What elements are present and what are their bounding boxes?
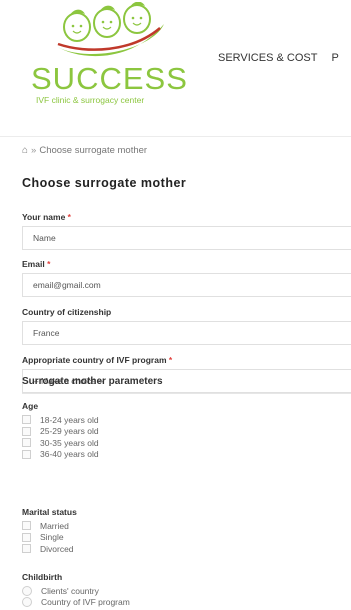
checkbox[interactable] — [22, 521, 31, 531]
name-label: Your name * — [22, 212, 71, 222]
logo[interactable]: SUCCESS IVF clinic & surrogacy center — [28, 2, 188, 110]
age-option-18-24[interactable]: 18-24 years old — [22, 414, 99, 426]
name-field-group: Your name * Name — [22, 212, 351, 250]
childbirth-group: Childbirth Clients' country Country of I… — [22, 572, 130, 608]
marital-status-label: Marital status — [22, 507, 77, 517]
marital-option-married[interactable]: Married — [22, 520, 77, 532]
citizenship-field-group: Country of citizenship France — [22, 307, 351, 345]
required-marker: * — [168, 355, 173, 365]
parameters-section-title: Surrogate mother parameters — [22, 376, 163, 387]
checkbox[interactable] — [22, 532, 31, 542]
email-input[interactable]: email@gmail.com — [22, 273, 351, 297]
checkbox[interactable] — [22, 449, 31, 459]
main-nav: SERVICES & COST P — [218, 52, 351, 64]
childbirth-option-clients-country[interactable]: Clients' country — [22, 585, 130, 597]
age-option-30-35[interactable]: 30-35 years old — [22, 437, 99, 449]
logo-subtitle: IVF clinic & surrogacy center — [36, 95, 145, 105]
marital-option-divorced[interactable]: Divorced — [22, 543, 77, 555]
home-icon[interactable]: ⌂ — [22, 145, 28, 156]
breadcrumb-separator: » — [31, 145, 37, 156]
age-option-25-29[interactable]: 25-29 years old — [22, 426, 99, 438]
radio-button[interactable] — [22, 585, 32, 596]
childbirth-label: Childbirth — [22, 572, 63, 582]
citizenship-label: Country of citizenship — [22, 307, 112, 317]
section-divider — [22, 393, 351, 394]
pea-pod-icon — [56, 2, 164, 57]
checkbox[interactable] — [22, 415, 31, 425]
checkbox[interactable] — [22, 438, 31, 448]
logo-wordmark: SUCCESS — [31, 61, 188, 96]
nav-item-next[interactable]: P — [331, 52, 338, 64]
required-marker: * — [67, 212, 71, 222]
ivf-country-field-group: Appropriate country of IVF program * -- … — [22, 355, 351, 393]
email-field-group: Email * email@gmail.com — [22, 259, 351, 297]
breadcrumb-current: Choose surrogate mother — [39, 145, 148, 156]
site-header: SUCCESS IVF clinic & surrogacy center SE… — [0, 0, 351, 118]
required-marker: * — [47, 259, 51, 269]
nav-item-services-cost[interactable]: SERVICES & COST — [218, 52, 317, 64]
childbirth-option-ivf-country[interactable]: Country of IVF program — [22, 597, 130, 609]
email-label: Email * — [22, 259, 51, 269]
age-group: Age 18-24 years old 25-29 years old 30-3… — [22, 401, 99, 460]
citizenship-select[interactable]: France — [22, 321, 351, 345]
radio-button[interactable] — [22, 597, 32, 608]
name-input[interactable]: Name — [22, 226, 351, 250]
breadcrumb: ⌂» Choose surrogate mother — [22, 145, 147, 156]
checkbox[interactable] — [22, 544, 31, 554]
ivf-country-label: Appropriate country of IVF program * — [22, 355, 173, 365]
age-option-36-40[interactable]: 36-40 years old — [22, 449, 99, 461]
header-divider — [0, 136, 351, 137]
age-label: Age — [22, 401, 39, 411]
marital-status-group: Marital status Married Single Divorced — [22, 507, 77, 555]
page-title: Choose surrogate mother — [22, 176, 187, 190]
checkbox[interactable] — [22, 426, 31, 436]
marital-option-single[interactable]: Single — [22, 532, 77, 544]
